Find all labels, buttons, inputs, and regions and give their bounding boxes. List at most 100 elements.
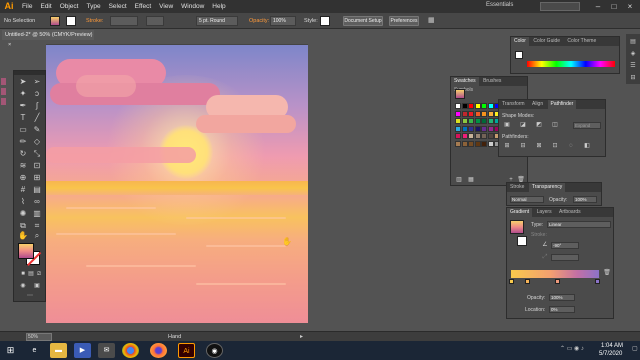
swatch[interactable] [455, 125, 461, 132]
swatch[interactable] [468, 140, 474, 147]
menu-window[interactable]: Window [177, 0, 208, 13]
swatch[interactable] [455, 133, 461, 139]
line-tool-icon[interactable]: ╱ [31, 113, 43, 123]
swatch[interactable] [474, 110, 481, 117]
rectangle-tool-icon[interactable]: ▭ [17, 125, 29, 135]
tab-align[interactable]: Align [529, 100, 546, 109]
exclude-icon[interactable]: ◫ [551, 122, 559, 129]
trim-icon[interactable]: ⊟ [519, 143, 527, 150]
tab-artboards[interactable]: Artboards [556, 208, 584, 217]
illustrator-taskbar-icon[interactable]: Ai [178, 343, 195, 358]
swatch[interactable] [468, 118, 474, 124]
symbols-panel-icon[interactable] [1, 98, 6, 105]
menu-file[interactable]: File [18, 0, 36, 13]
status-current-tool[interactable]: Hand [168, 333, 181, 341]
type-tool-icon[interactable]: T [17, 113, 29, 123]
document-setup-button[interactable]: Document Setup [343, 16, 383, 26]
menu-object[interactable]: Object [56, 0, 83, 13]
swatch[interactable] [461, 125, 468, 132]
gradient-stop[interactable] [555, 279, 560, 284]
tab-color-guide[interactable]: Color Guide [530, 37, 563, 46]
gradient-tool-icon[interactable]: ▤ [31, 185, 43, 195]
gradient-location-field[interactable]: 0% [549, 306, 575, 313]
minus-back-icon[interactable]: ◧ [583, 143, 591, 150]
minus-front-icon[interactable]: ◪ [519, 122, 527, 129]
paintbrush-tool-icon[interactable]: ✎ [31, 125, 43, 135]
firefox-icon[interactable] [150, 343, 167, 358]
swatch[interactable] [468, 125, 474, 132]
file-explorer-icon[interactable]: ▬ [50, 343, 67, 358]
swatch[interactable] [487, 118, 494, 124]
swatch[interactable] [487, 140, 494, 147]
column-graph-tool-icon[interactable]: ▥ [31, 209, 43, 219]
intersect-icon[interactable]: ◩ [535, 122, 543, 129]
tab-swatches[interactable]: Swatches [451, 77, 479, 86]
artboard-tool-icon[interactable]: ⧉ [17, 221, 29, 231]
close-tab-icon[interactable]: × [8, 42, 11, 48]
tab-color[interactable]: Color [511, 37, 529, 46]
direct-selection-tool-icon[interactable]: ➢ [31, 77, 43, 87]
divide-icon[interactable]: ⊞ [503, 143, 511, 150]
swatch[interactable] [481, 125, 487, 132]
slice-tool-icon[interactable]: ⌗ [31, 221, 43, 231]
swatch[interactable] [474, 125, 481, 132]
obs-icon[interactable]: ◉ [206, 343, 223, 358]
arrange-icon[interactable]: ▦ [428, 16, 435, 26]
scale-tool-icon[interactable]: ⤡ [31, 149, 43, 159]
menu-help[interactable]: Help [208, 0, 229, 13]
gradient-type-dropdown[interactable]: Linear [547, 221, 611, 228]
swatch[interactable] [487, 110, 494, 117]
properties-icon[interactable]: ▤ [629, 38, 637, 46]
brush-dropdown[interactable]: 5 pt. Round [196, 16, 238, 26]
zoom-field[interactable]: 50% [26, 333, 52, 341]
media-icon[interactable]: ▶ [74, 343, 91, 358]
tools-grip[interactable] [14, 71, 45, 75]
swatch[interactable] [481, 140, 487, 147]
opacity-field[interactable]: 100% [270, 16, 296, 26]
width-tool-icon[interactable]: ≋ [17, 161, 29, 171]
chrome-icon[interactable] [122, 343, 139, 358]
menu-select[interactable]: Select [105, 0, 131, 13]
unite-icon[interactable]: ▣ [503, 122, 511, 129]
artboard-canvas[interactable]: ✋ [46, 44, 308, 323]
gradient-stop[interactable] [509, 279, 514, 284]
swatch[interactable] [461, 103, 468, 109]
start-icon[interactable]: ⊞ [2, 343, 19, 358]
edit-toolbar-icon[interactable]: ⋯ [24, 291, 36, 301]
transparency-opacity-field[interactable]: 100% [573, 196, 597, 203]
pencil-tool-icon[interactable]: ✏ [17, 137, 29, 147]
swatch[interactable] [461, 140, 468, 147]
minimize-icon[interactable]: – [590, 1, 606, 12]
swatch[interactable] [474, 118, 481, 124]
close-icon[interactable]: × [622, 1, 638, 12]
magic-wand-tool-icon[interactable]: ✦ [17, 89, 29, 99]
tab-color-themes[interactable]: Color Theme [564, 37, 599, 46]
gradient-stop[interactable] [525, 279, 530, 284]
brush-panel-icon[interactable] [1, 88, 6, 95]
status-arrow-icon[interactable]: ▸ [300, 333, 310, 341]
swatch[interactable] [481, 118, 487, 124]
clock-date[interactable]: 5/7/2020 [599, 351, 622, 357]
stroke-weight-field[interactable] [110, 16, 138, 26]
blend-tool-icon[interactable]: ∞ [31, 197, 43, 207]
shape-builder-tool-icon[interactable]: ⊕ [17, 173, 29, 183]
tab-brushes[interactable]: Brushes [480, 77, 504, 86]
menu-type[interactable]: Type [82, 0, 104, 13]
pen-tool-icon[interactable]: ✒ [17, 101, 29, 111]
gradient-angle-field[interactable]: -90° [551, 242, 579, 249]
expand-button[interactable]: Expand [573, 122, 601, 129]
opacity-label[interactable]: Opacity: [249, 16, 269, 26]
tray-icons[interactable]: ⌃ ▭ ◉ ♪ [560, 345, 596, 355]
tab-stroke[interactable]: Stroke [507, 183, 527, 192]
menu-effect[interactable]: Effect [131, 0, 156, 13]
app-icon[interactable]: ✉ [98, 343, 115, 358]
swatch[interactable] [481, 110, 487, 117]
symbol-sprayer-tool-icon[interactable]: ✺ [17, 209, 29, 219]
align-panel-icon[interactable]: ⊟ [629, 74, 637, 82]
color-spectrum[interactable] [527, 61, 615, 67]
swatch[interactable] [481, 133, 487, 139]
swatch[interactable] [461, 110, 468, 117]
swatch[interactable] [474, 140, 481, 147]
swatch[interactable] [474, 103, 481, 109]
swatch[interactable] [455, 110, 461, 117]
